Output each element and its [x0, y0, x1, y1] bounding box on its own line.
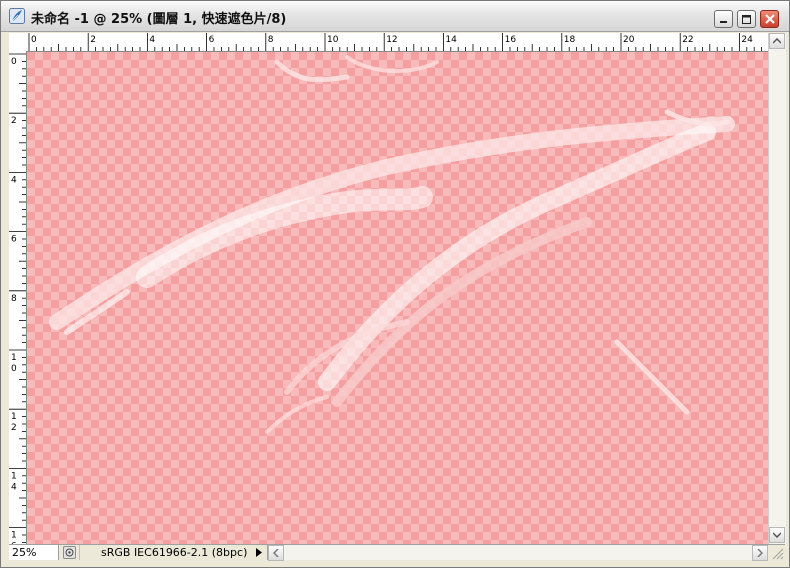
scroll-up-button[interactable] [769, 33, 785, 49]
scroll-right-button[interactable] [752, 545, 768, 561]
ruler-label: 20 [623, 35, 635, 45]
window-title: 未命名 -1 @ 25% (圖層 1, 快速遮色片/8) [31, 12, 287, 27]
scroll-left-icon [273, 549, 279, 557]
ruler-label: 4 [11, 175, 17, 185]
ruler-label: 1 [11, 471, 17, 481]
masked-image-content [49, 55, 735, 434]
document-profile-label: sRGB IEC61966-2.1 (8bpc) [79, 545, 261, 560]
horizontal-ruler[interactable]: 0 2 4 6 8 10 12 14 16 18 20 22 24 [26, 33, 768, 52]
ruler-label: 4 [11, 482, 17, 492]
ruler-label: 4 [149, 35, 155, 45]
image-canvas[interactable] [27, 52, 768, 544]
ruler-label: 1 [11, 531, 17, 541]
minimize-icon [719, 21, 727, 23]
ruler-label: 6 [209, 35, 215, 45]
vertical-scrollbar[interactable] [768, 33, 786, 544]
ruler-label: 2 [11, 423, 17, 433]
ruler-label: 1 [11, 353, 17, 363]
ruler-label: 2 [11, 116, 17, 126]
scroll-down-icon [773, 532, 781, 538]
ruler-label: 8 [268, 35, 274, 45]
triangle-right-icon [256, 548, 262, 557]
resize-grip-icon[interactable] [769, 545, 785, 560]
scroll-left-button[interactable] [268, 545, 284, 561]
maximize-icon [742, 14, 751, 24]
status-menu-button[interactable] [253, 546, 265, 559]
vertical-ruler[interactable]: 0246810121416 [9, 51, 27, 544]
ruler-label: 0 [11, 364, 17, 374]
ruler-origin[interactable] [9, 33, 27, 52]
ruler-label: 1 [11, 412, 17, 422]
status-bar: 25% sRGB IEC61966-2.1 (8bpc) [9, 544, 785, 561]
title-bar[interactable]: 未命名 -1 @ 25% (圖層 1, 快速遮色片/8) [1, 1, 789, 32]
ruler-label: 0 [11, 57, 17, 67]
document-window: 未命名 -1 @ 25% (圖層 1, 快速遮色片/8) 0 2 4 6 8 10 12 14… [0, 0, 790, 568]
zoom-field[interactable]: 25% [9, 545, 59, 560]
ruler-label: 16 [505, 35, 517, 45]
ruler-label: 12 [386, 35, 397, 45]
ruler-label: 18 [564, 35, 576, 45]
scroll-up-icon [773, 38, 781, 44]
scroll-down-button[interactable] [769, 527, 785, 543]
close-button[interactable] [760, 10, 779, 28]
minimize-button[interactable] [714, 10, 733, 28]
scroll-right-icon [757, 549, 763, 557]
ruler-label: 10 [327, 35, 339, 45]
ruler-label: 2 [90, 35, 96, 45]
horizontal-scrollbar[interactable] [267, 545, 768, 561]
ruler-label: 6 [11, 235, 17, 245]
maximize-button[interactable] [737, 10, 756, 28]
photoshop-feather-icon[interactable] [9, 8, 25, 24]
info-icon[interactable] [63, 546, 76, 559]
ruler-label: 22 [682, 35, 693, 45]
ruler-label: 14 [445, 35, 457, 45]
ruler-label: 0 [31, 35, 37, 45]
close-icon [764, 14, 775, 24]
ruler-label: 24 [741, 35, 753, 45]
ruler-label: 8 [11, 294, 17, 304]
